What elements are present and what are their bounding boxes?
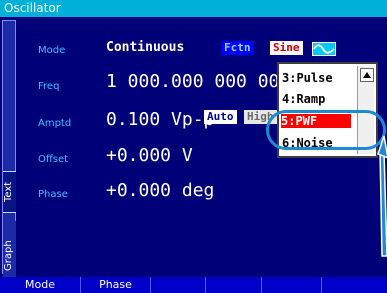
- softkey-mode[interactable]: Mode: [0, 277, 81, 293]
- softkey-empty-4[interactable]: [322, 277, 387, 293]
- softkey-bar: Mode Phase: [0, 277, 387, 293]
- callout-pointer: [377, 135, 387, 257]
- softkey-empty-3[interactable]: [262, 277, 322, 293]
- oscillator-screen: Oscillator Text Graph Mode Continuous Fr…: [0, 0, 387, 293]
- softkey-phase[interactable]: Phase: [81, 277, 151, 293]
- softkey-empty-1[interactable]: [151, 277, 206, 293]
- softkey-empty-2[interactable]: [206, 277, 262, 293]
